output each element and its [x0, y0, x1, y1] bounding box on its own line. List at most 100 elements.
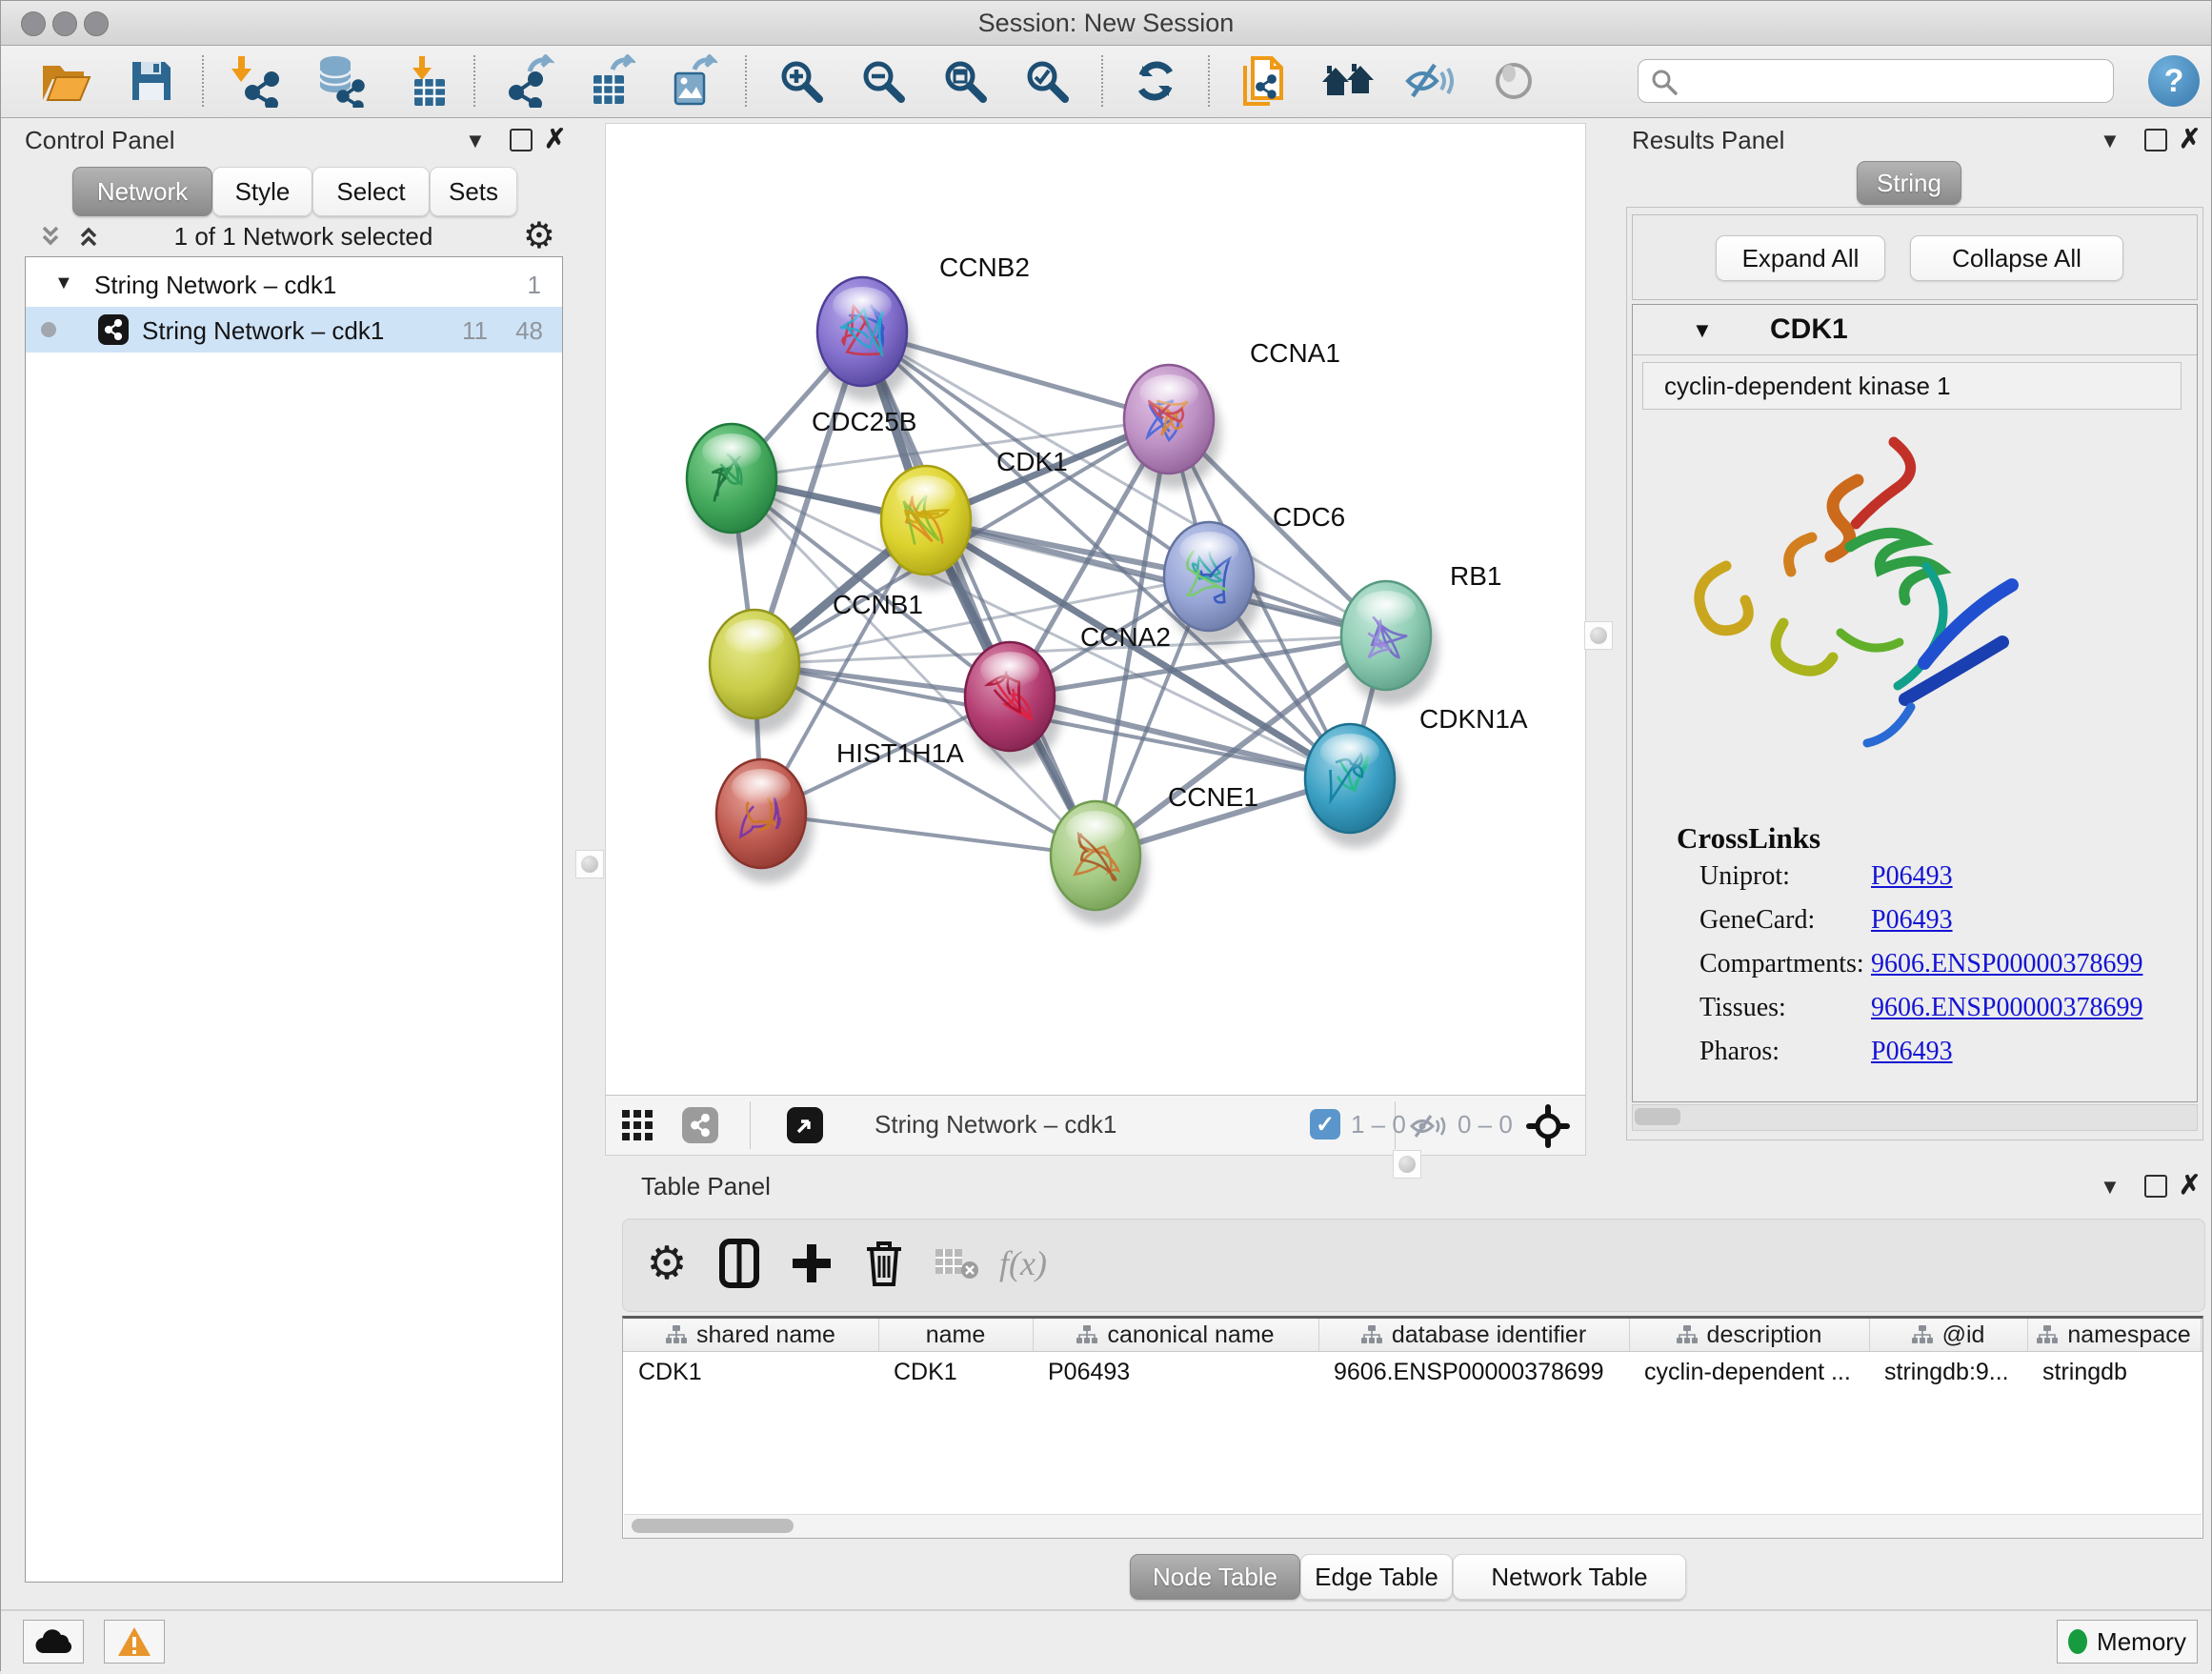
grid-view-icon[interactable]: [621, 1109, 654, 1141]
tab-node-table[interactable]: Node Table: [1130, 1554, 1300, 1600]
results-hscrollbar-thumb[interactable]: [1635, 1108, 1680, 1125]
crosslink-value-link[interactable]: 9606.ENSP00000378699: [1871, 949, 2142, 979]
tab-network-table[interactable]: Network Table: [1453, 1554, 1686, 1600]
warnings-button[interactable]: [104, 1620, 165, 1664]
control-panel-close-icon[interactable]: ✗: [544, 123, 566, 154]
table-cell[interactable]: CDK1: [623, 1353, 878, 1391]
table-panel-menu-icon[interactable]: ▼: [2100, 1175, 2121, 1200]
table-cell[interactable]: P06493: [1033, 1353, 1318, 1391]
network-collection-row[interactable]: ▼ String Network – cdk1 1: [26, 261, 562, 307]
column-header--id[interactable]: @id: [1869, 1319, 2028, 1351]
network-options-gear-icon[interactable]: ⚙: [523, 214, 555, 257]
tab-style[interactable]: Style: [212, 167, 312, 216]
network-node[interactable]: CCNB2: [817, 252, 1030, 401]
selected-checkbox[interactable]: ✓: [1310, 1109, 1340, 1140]
fit-view-button[interactable]: [787, 1107, 823, 1143]
table-cell[interactable]: stringdb: [2027, 1353, 2201, 1391]
refresh-view-button[interactable]: [1126, 51, 1185, 111]
results-panel-menu-icon[interactable]: ▼: [2100, 129, 2121, 153]
help-button[interactable]: ?: [2148, 55, 2200, 107]
toolbar-separator: [202, 55, 204, 107]
zoom-selected-button[interactable]: [1017, 51, 1076, 111]
results-panel-float-icon[interactable]: [2144, 129, 2167, 151]
column-header-description[interactable]: description: [1629, 1319, 1870, 1351]
table-cell[interactable]: CDK1: [878, 1353, 1033, 1391]
disclosure-triangle-icon[interactable]: ▼: [54, 272, 73, 294]
help-glyph: ?: [2164, 63, 2184, 100]
table-hscrollbar[interactable]: [624, 1514, 2202, 1538]
right-splitter-grip[interactable]: [1584, 621, 1613, 650]
bottom-splitter-grip[interactable]: [1393, 1150, 1421, 1179]
show-columns-button[interactable]: [709, 1233, 770, 1294]
network-row[interactable]: String Network – cdk1 11 48: [26, 307, 562, 353]
tab-network[interactable]: Network: [72, 167, 212, 216]
create-column-button[interactable]: [781, 1233, 842, 1294]
control-panel-float-icon[interactable]: [510, 129, 533, 151]
control-panel-menu-icon[interactable]: ▼: [465, 129, 486, 153]
eye-slash-icon: [1404, 58, 1456, 104]
table-hscrollbar-thumb[interactable]: [632, 1519, 794, 1533]
share-document-button[interactable]: [1235, 51, 1294, 111]
collapse-all-icon[interactable]: [36, 222, 65, 251]
crosslink-value-link[interactable]: P06493: [1871, 1037, 1953, 1067]
network-node[interactable]: CCNE1: [1051, 782, 1258, 925]
network-canvas[interactable]: CCNB2CCNA1CDC25BCDK1CDC6RB1CCNB1CCNA2CDK…: [605, 123, 1586, 1097]
zoom-in-button[interactable]: [772, 51, 831, 111]
section-disclosure-icon[interactable]: ▼: [1692, 318, 1713, 343]
hide-graphics-details-button[interactable]: [1400, 51, 1459, 111]
export-image-button[interactable]: [663, 51, 722, 111]
zoom-fit-button[interactable]: [935, 51, 995, 111]
network-node[interactable]: CDKN1A: [1305, 704, 1528, 848]
delete-column-button[interactable]: [854, 1233, 915, 1294]
network-node[interactable]: CCNA1: [1124, 338, 1340, 489]
network-selection-status: 1 of 1 Network selected: [111, 222, 496, 252]
open-session-button[interactable]: [36, 51, 95, 111]
home-button[interactable]: [1318, 51, 1377, 111]
results-panel-close-icon[interactable]: ✗: [2179, 123, 2201, 154]
expand-all-button[interactable]: Expand All: [1716, 235, 1885, 281]
column-header-shared-name[interactable]: shared name: [623, 1319, 879, 1351]
memory-button[interactable]: Memory: [2057, 1620, 2198, 1664]
status-bar: Memory: [1, 1609, 2211, 1674]
table-cell[interactable]: stringdb:9...: [1869, 1353, 2027, 1391]
network-node[interactable]: RB1: [1341, 561, 1501, 705]
network-graph[interactable]: CCNB2CCNA1CDC25BCDK1CDC6RB1CCNB1CCNA2CDK…: [606, 124, 1585, 1094]
collapse-all-button[interactable]: Collapse All: [1910, 235, 2123, 281]
crosslink-value-link[interactable]: P06493: [1871, 861, 1953, 892]
delete-table-button-disabled: [926, 1233, 987, 1294]
tab-select[interactable]: Select: [312, 167, 430, 216]
expand-all-icon[interactable]: [74, 222, 103, 251]
table-settings-gear-icon[interactable]: ⚙: [636, 1233, 697, 1294]
export-network-button[interactable]: [500, 51, 559, 111]
birds-eye-view-button[interactable]: [1484, 51, 1543, 111]
search-input[interactable]: [1688, 64, 2101, 96]
crosslink-value-link[interactable]: P06493: [1871, 905, 1953, 936]
table-cell[interactable]: cyclin-dependent ...: [1629, 1353, 1869, 1391]
column-header-canonical-name[interactable]: canonical name: [1033, 1319, 1319, 1351]
table-cell[interactable]: 9606.ENSP00000378699: [1318, 1353, 1629, 1391]
column-header-namespace[interactable]: namespace: [2027, 1319, 2202, 1351]
left-splitter-grip[interactable]: [575, 850, 604, 878]
column-header-database-identifier[interactable]: database identifier: [1318, 1319, 1630, 1351]
tab-edge-table[interactable]: Edge Table: [1300, 1554, 1453, 1600]
network-share-toggle[interactable]: [682, 1107, 718, 1143]
column-header-name[interactable]: name: [878, 1319, 1034, 1351]
crosslink-label: GeneCard:: [1699, 905, 1815, 935]
tab-string[interactable]: String: [1857, 161, 1961, 205]
network-node[interactable]: HIST1H1A: [716, 738, 964, 883]
cloud-button[interactable]: [23, 1620, 84, 1664]
zoom-out-button[interactable]: [854, 51, 913, 111]
results-hscrollbar[interactable]: [1632, 1104, 2198, 1131]
crosshair-pan-icon[interactable]: [1526, 1104, 1570, 1148]
crosslink-value-link[interactable]: 9606.ENSP00000378699: [1871, 993, 2142, 1023]
export-table-button[interactable]: [581, 51, 640, 111]
import-table-button[interactable]: [397, 51, 456, 111]
cdk1-section-header[interactable]: ▼ CDK1: [1633, 305, 2197, 355]
crosslinks-title: CrossLinks: [1677, 821, 1820, 856]
import-network-file-button[interactable]: [227, 51, 286, 111]
save-session-button[interactable]: [122, 51, 181, 111]
import-network-database-button[interactable]: [311, 51, 370, 111]
table-panel-close-icon[interactable]: ✗: [2179, 1169, 2201, 1200]
tab-sets[interactable]: Sets: [430, 167, 517, 216]
table-panel-float-icon[interactable]: [2144, 1175, 2167, 1198]
